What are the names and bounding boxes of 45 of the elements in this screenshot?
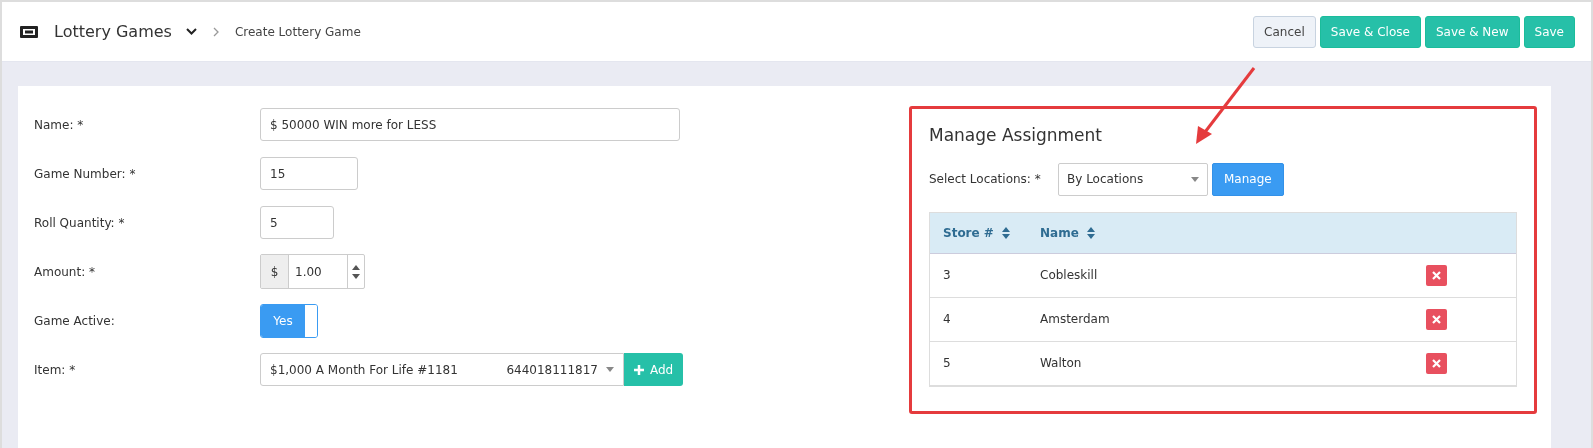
- sort-icon[interactable]: [1001, 226, 1010, 239]
- amount-value: 1.00: [294, 263, 323, 281]
- field-label: Select Locations: *: [929, 171, 1042, 188]
- field-label: Game Active:: [34, 312, 116, 330]
- table-cell-text: 3: [943, 267, 951, 284]
- field-label: Item: *: [34, 361, 77, 379]
- item-select[interactable]: $1,000 A Month For Life #1181 644018111817: [260, 353, 624, 386]
- sort-icon[interactable]: [1086, 226, 1095, 239]
- close-icon: [1432, 270, 1441, 280]
- page-title: Lottery Games: [54, 20, 172, 43]
- table-cell-text: 5: [943, 355, 951, 372]
- delete-button[interactable]: [1426, 264, 1447, 286]
- chevron-down-icon[interactable]: [185, 28, 197, 35]
- column-header[interactable]: Name: [1040, 223, 1079, 242]
- breadcrumb-item: Create Lottery Game: [234, 23, 361, 41]
- delete-button[interactable]: [1426, 352, 1447, 374]
- table-cell-text: Walton: [1040, 355, 1082, 372]
- amount-field[interactable]: $ 1.00: [260, 254, 365, 289]
- field-label: Roll Quantity: *: [34, 214, 126, 232]
- dropdown-caret-icon: [1191, 176, 1199, 182]
- delete-button[interactable]: [1426, 308, 1447, 330]
- currency-prefix: $: [261, 255, 289, 288]
- ticket-icon: [20, 25, 38, 38]
- table-cell-text: 4: [943, 311, 951, 328]
- input-field[interactable]: 5: [260, 206, 334, 239]
- toggle-switch[interactable]: Yes: [260, 303, 318, 338]
- field-label: Amount: *: [34, 263, 96, 281]
- close-icon: [1432, 314, 1441, 324]
- close-icon: [1432, 358, 1441, 368]
- column-header[interactable]: Store #: [943, 223, 994, 242]
- plus-icon: [634, 364, 644, 375]
- field-label: Game Number: *: [34, 165, 137, 183]
- table-cell-text: Amsterdam: [1040, 311, 1110, 328]
- table-cell-text: Cobleskill: [1040, 267, 1098, 284]
- down-arrow-icon[interactable]: [352, 273, 360, 279]
- input-field[interactable]: $ 50000 WIN more for LESS: [260, 108, 680, 141]
- field-label: Name: *: [34, 116, 85, 134]
- chevron-right-icon: [212, 26, 219, 37]
- section-title: Manage Assignment: [929, 124, 1104, 147]
- up-arrow-icon[interactable]: [352, 264, 360, 270]
- dropdown-caret-icon: [606, 367, 614, 372]
- location-select[interactable]: By Locations: [1058, 162, 1208, 196]
- cancel-button[interactable]: Cancel: [1253, 15, 1316, 48]
- manage-button[interactable]: Manage: [1212, 162, 1284, 196]
- input-field[interactable]: 15: [260, 157, 358, 190]
